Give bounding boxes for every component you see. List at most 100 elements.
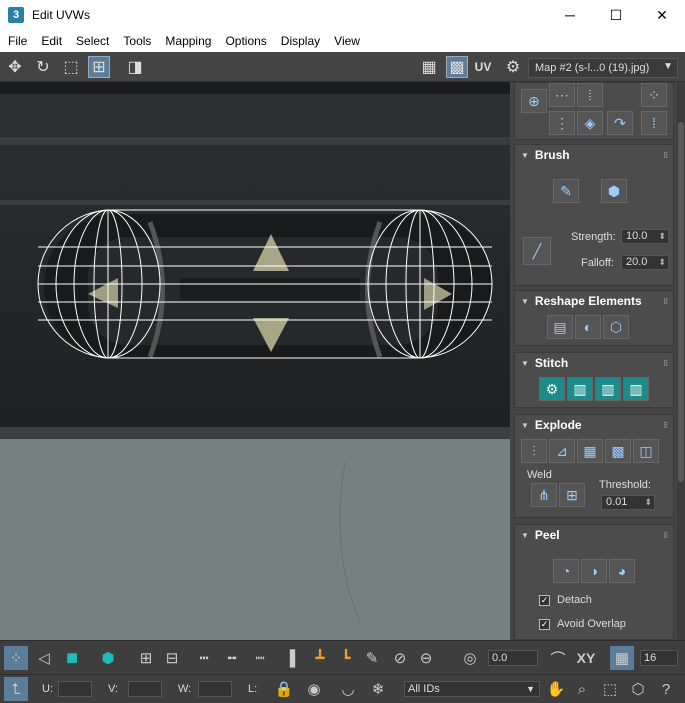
- falloff-curve-icon[interactable]: ⌒: [546, 646, 570, 670]
- weld-target-icon[interactable]: ⊞: [559, 483, 585, 507]
- brush-line-icon[interactable]: ╱: [523, 237, 551, 265]
- break-icon[interactable]: ⫶: [521, 439, 547, 463]
- grow-selection-icon[interactable]: ⋯: [549, 83, 575, 107]
- menu-options[interactable]: Options: [217, 34, 272, 48]
- unhide-icon[interactable]: ◡: [336, 677, 360, 701]
- loop-grow-icon[interactable]: ╍: [220, 646, 244, 670]
- grid-snap-icon[interactable]: ▦: [610, 646, 634, 670]
- menu-view[interactable]: View: [326, 34, 366, 48]
- point-to-point-icon[interactable]: ◈: [577, 111, 603, 135]
- explode-header[interactable]: ▼ Explode ⁝⁝: [515, 415, 673, 435]
- reset-peel-icon[interactable]: ◕: [609, 559, 635, 583]
- paint-grow-icon[interactable]: ⊘: [388, 646, 412, 670]
- flatten-by-polygon-icon[interactable]: ▦: [577, 439, 603, 463]
- select-element-icon[interactable]: ⊕: [521, 89, 547, 113]
- stitch-to-target-icon[interactable]: ▥: [623, 377, 649, 401]
- mirror-icon[interactable]: ◨: [124, 56, 146, 78]
- reshape-header[interactable]: ▼ Reshape Elements ⁝⁝: [515, 291, 673, 311]
- material-id-select[interactable]: All IDs ▼: [404, 681, 540, 697]
- detach-checkbox[interactable]: ✓: [539, 595, 550, 606]
- strength-spinner[interactable]: 10.0: [621, 229, 669, 244]
- flatten-by-smoothing-icon[interactable]: ▩: [605, 439, 631, 463]
- brush-header[interactable]: ▼ Brush ⁝⁝: [515, 145, 673, 165]
- falloff-spinner[interactable]: 20.0: [621, 255, 669, 270]
- peel-mode-icon[interactable]: ◑: [581, 559, 607, 583]
- stitch-average-icon[interactable]: ▥: [595, 377, 621, 401]
- uv-viewport[interactable]: [0, 82, 510, 640]
- menu-mapping[interactable]: Mapping: [157, 34, 217, 48]
- hide-icon[interactable]: ◉: [302, 677, 326, 701]
- relax-brush-icon[interactable]: ⬢: [601, 179, 627, 203]
- shrink-icon[interactable]: ⊟: [160, 646, 184, 670]
- stitch-custom-icon[interactable]: ⚙: [539, 377, 565, 401]
- relax-settings-icon[interactable]: ⬡: [603, 315, 629, 339]
- reshape-title: Reshape Elements: [534, 294, 642, 308]
- vertex-mode-icon[interactable]: ⁘: [4, 646, 28, 670]
- loop-icon[interactable]: ┅: [192, 646, 216, 670]
- panel-scrollbar[interactable]: [677, 82, 685, 640]
- edge-loop-icon[interactable]: ▐: [278, 646, 302, 670]
- weld-selected-icon[interactable]: ⋔: [531, 483, 557, 507]
- minimize-button[interactable]: ─: [547, 0, 593, 30]
- stitch-header[interactable]: ▼ Stitch ⁝⁝: [515, 353, 673, 373]
- polygon-mode-icon[interactable]: ■: [60, 646, 84, 670]
- uv-mode-button[interactable]: UV: [472, 56, 494, 78]
- zoom-region-icon[interactable]: ⬚: [598, 677, 622, 701]
- quick-peel-icon[interactable]: ◔: [553, 559, 579, 583]
- grip-icon: ⁝⁝: [663, 357, 668, 368]
- map-settings-icon[interactable]: ⚙: [502, 56, 524, 78]
- select-inverted-icon[interactable]: ⁞: [641, 111, 667, 135]
- peel-header[interactable]: ▼ Peel ⁝⁝: [515, 525, 673, 545]
- pivot-align-icon[interactable]: ┻: [308, 646, 332, 670]
- zoom-extents-icon[interactable]: ⬡: [626, 677, 650, 701]
- menu-select[interactable]: Select: [68, 34, 115, 48]
- absolute-offset-icon[interactable]: ⮤: [4, 677, 28, 701]
- detach-edges-icon[interactable]: ⊿: [549, 439, 575, 463]
- ring-icon[interactable]: ┉: [248, 646, 272, 670]
- pan-icon[interactable]: ✋: [544, 677, 568, 701]
- grid-size-field[interactable]: 16: [640, 650, 678, 666]
- grow-icon[interactable]: ⊞: [134, 646, 158, 670]
- rotate-selection-icon[interactable]: ↷: [607, 111, 633, 135]
- help-icon[interactable]: ?: [654, 677, 678, 701]
- v-field[interactable]: [128, 681, 162, 697]
- paint-move-icon[interactable]: ✎: [553, 179, 579, 203]
- ring-selection-icon[interactable]: ⋮: [549, 111, 575, 135]
- freeform-icon[interactable]: ⊞: [88, 56, 110, 78]
- edge-mode-icon[interactable]: ◁: [32, 646, 56, 670]
- checker-pattern-icon[interactable]: ▦: [418, 56, 440, 78]
- paint-shrink-icon[interactable]: ⊖: [414, 646, 438, 670]
- stitch-to-source-icon[interactable]: ▥: [567, 377, 593, 401]
- element-mode-icon[interactable]: ⬢: [96, 646, 120, 670]
- rotate-icon[interactable]: ↻: [32, 56, 54, 78]
- select-overlap-icon[interactable]: ⁘: [641, 83, 667, 107]
- xy-coordinates-button[interactable]: XY: [572, 646, 600, 670]
- align-bottom-icon[interactable]: ┗: [334, 646, 358, 670]
- straighten-icon[interactable]: ▤: [547, 315, 573, 339]
- rotate-angle-field[interactable]: 0.0: [488, 650, 538, 666]
- relax-icon[interactable]: ◐: [575, 315, 601, 339]
- freeze-icon[interactable]: ❄: [366, 677, 390, 701]
- status-toolbar: ⮤ U: V: W: L: 🔒 ◉ ◡ ❄ All IDs ▼ ✋ ⌕ ⬚ ⬡ …: [0, 674, 685, 703]
- paint-select-icon[interactable]: ✎: [360, 646, 384, 670]
- menu-file[interactable]: File: [0, 34, 33, 48]
- menu-display[interactable]: Display: [273, 34, 326, 48]
- map-select-dropdown[interactable]: Map #2 (s-l...0 (19).jpg) ▼: [528, 58, 678, 78]
- w-label: W:: [178, 683, 192, 695]
- soft-select-icon[interactable]: ◎: [458, 646, 482, 670]
- menu-tools[interactable]: Tools: [115, 34, 157, 48]
- threshold-spinner[interactable]: 0.01: [601, 495, 655, 510]
- lock-icon[interactable]: 🔒: [272, 677, 296, 701]
- move-icon[interactable]: ✥: [4, 56, 26, 78]
- show-map-icon[interactable]: ▩: [446, 56, 468, 78]
- flatten-by-material-icon[interactable]: ◫: [633, 439, 659, 463]
- menu-edit[interactable]: Edit: [33, 34, 68, 48]
- u-field[interactable]: [58, 681, 92, 697]
- w-field[interactable]: [198, 681, 232, 697]
- zoom-icon[interactable]: ⌕: [570, 677, 594, 701]
- maximize-button[interactable]: ☐: [593, 0, 639, 30]
- loop-selection-icon[interactable]: ⦙: [577, 83, 603, 107]
- scale-icon[interactable]: ⬚: [60, 56, 82, 78]
- avoid-overlap-checkbox[interactable]: ✓: [539, 619, 550, 630]
- close-button[interactable]: ✕: [639, 0, 685, 30]
